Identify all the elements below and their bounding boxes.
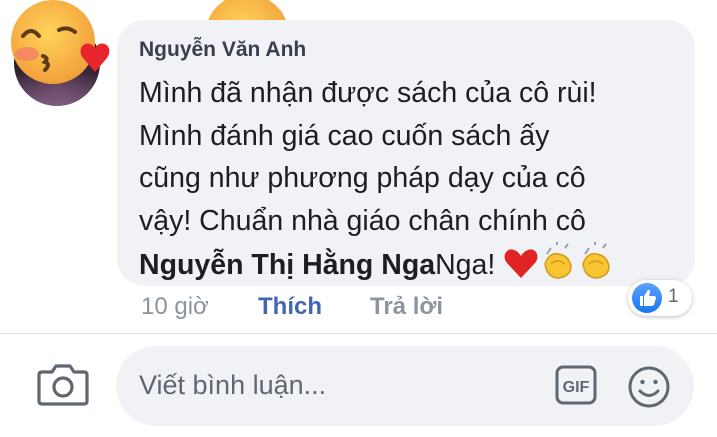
reaction-count: 1 — [668, 286, 679, 307]
comment-line: vậy! Chuẩn nhà giáo chân chính cô — [139, 204, 586, 237]
heart-emoji-icon — [504, 249, 538, 278]
comment-line: Mình đã nhận được sách của cô rùi! — [139, 77, 597, 109]
gif-label: GIF — [563, 379, 590, 396]
comment-line: cũng như phương pháp dạy của cô — [139, 162, 586, 194]
kissing-face-emoji-icon — [11, 0, 110, 84]
like-button[interactable]: Thích — [258, 293, 322, 321]
reply-button[interactable]: Trả lời — [370, 293, 443, 321]
gif-button[interactable]: GIF — [555, 365, 597, 405]
divider — [0, 333, 717, 334]
reaction-summary[interactable]: 1 — [628, 280, 692, 316]
comment-input[interactable]: Viết bình luận... — [139, 370, 326, 401]
clapping-hands-emoji-icon — [544, 242, 572, 279]
clapping-hands-emoji-icon — [582, 242, 610, 279]
comment-line-tail: Nga! — [435, 249, 504, 281]
comment-timestamp[interactable]: 10 giờ — [141, 293, 209, 321]
like-thumb-icon — [632, 283, 662, 313]
camera-icon[interactable] — [36, 362, 90, 408]
smiley-icon[interactable] — [627, 365, 671, 409]
mentioned-user-link[interactable]: Nguyễn Thị Hằng Nga — [139, 249, 435, 281]
comment-line: Mình đánh giá cao cuốn sách ấy — [139, 119, 550, 152]
comment-author-name[interactable]: Nguyễn Văn Anh — [139, 38, 306, 62]
comment-body: Mình đã nhận được sách của cô rùi! Mình … — [139, 72, 679, 287]
